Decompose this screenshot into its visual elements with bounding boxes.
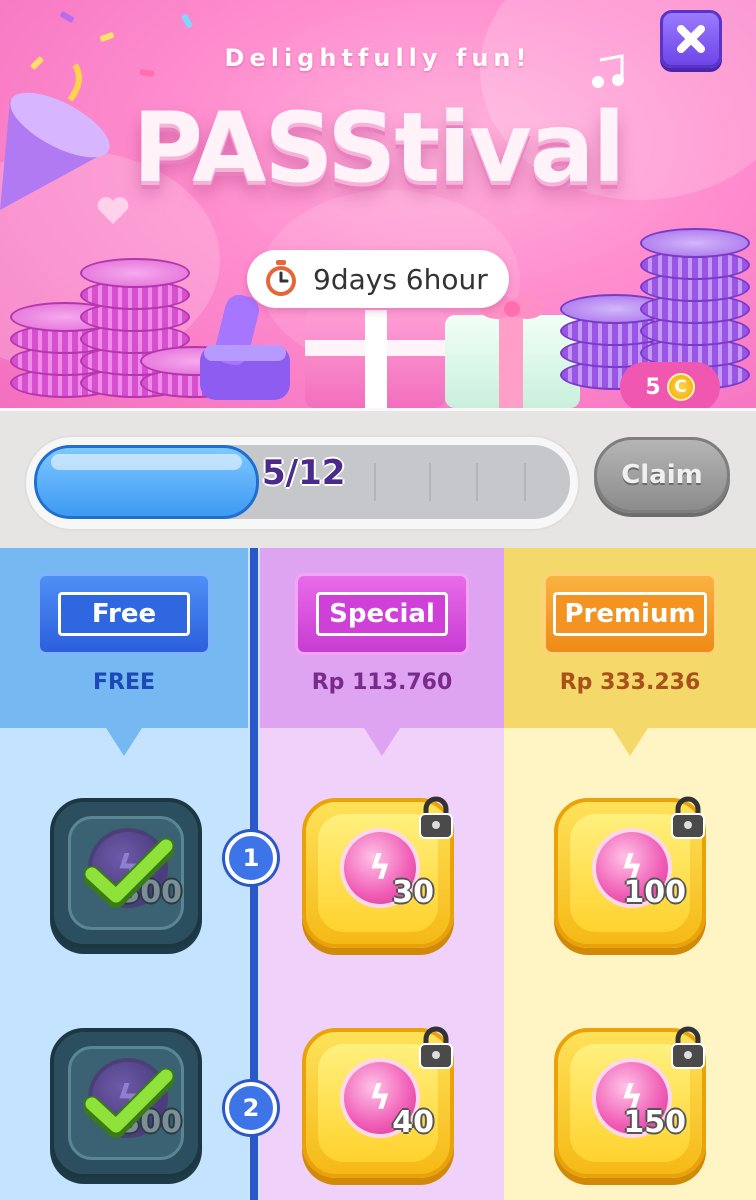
reward-card-premium[interactable]: ϟ 100: [554, 796, 706, 948]
tier-label-free: Free: [58, 592, 190, 636]
progress-label: 5/12: [262, 453, 346, 493]
checkmark-icon: [84, 1068, 174, 1138]
reward-amount: 40: [392, 1105, 434, 1140]
tier-label-special: Special: [316, 592, 448, 636]
tier-ticket-special[interactable]: Special: [298, 576, 466, 652]
coin-reward-count: 5: [645, 374, 661, 400]
close-button[interactable]: [660, 10, 722, 68]
reward-card-special[interactable]: ϟ 30: [302, 796, 454, 948]
banner-title: PASStival: [132, 92, 626, 204]
level-badge: 1: [225, 832, 277, 884]
stopwatch-icon: [266, 260, 296, 296]
tier-label-premium: Premium: [553, 592, 707, 636]
progress-bar: 5/12: [24, 435, 580, 531]
checkmark-icon: [84, 838, 174, 908]
countdown-timer: 9days 6hour: [247, 250, 509, 308]
tier-price-special: Rp 113.760: [311, 670, 453, 695]
reward-amount: 30: [392, 875, 434, 910]
tier-price-premium: Rp 333.236: [559, 670, 701, 695]
lock-icon: [419, 1026, 453, 1069]
lock-icon: [671, 796, 705, 839]
banner-subtitle: Delightfully fun!: [224, 44, 532, 72]
reward-amount: 100: [623, 875, 686, 910]
claim-button[interactable]: Claim: [594, 437, 730, 513]
timer-text: 9days 6hour: [313, 262, 488, 296]
lock-icon: [419, 796, 453, 839]
lock-icon: [671, 1026, 705, 1069]
reward-card-free-claimed[interactable]: ϟ 300: [50, 1028, 202, 1178]
coin-icon: C: [666, 373, 695, 401]
reward-card-free-claimed[interactable]: ϟ 300: [50, 798, 202, 948]
close-icon: [677, 25, 705, 53]
tier-ticket-premium[interactable]: Premium: [546, 576, 714, 652]
pass-progress: 5/12 Claim: [0, 408, 756, 548]
tier-price-free: FREE: [92, 670, 156, 695]
tier-ticket-free[interactable]: Free: [40, 576, 208, 652]
hero-banner: Delightfully fun! PASStival 9days 6hour: [0, 0, 756, 408]
gift-box-pink: [305, 310, 445, 408]
progress-fill: [34, 445, 259, 519]
claim-reward-bubble: 5 C: [620, 362, 720, 424]
reward-card-special[interactable]: ϟ 40: [302, 1026, 454, 1178]
reward-amount: 150: [623, 1105, 686, 1140]
level-badge: 2: [225, 1082, 277, 1134]
reward-card-premium[interactable]: ϟ 150: [554, 1026, 706, 1178]
